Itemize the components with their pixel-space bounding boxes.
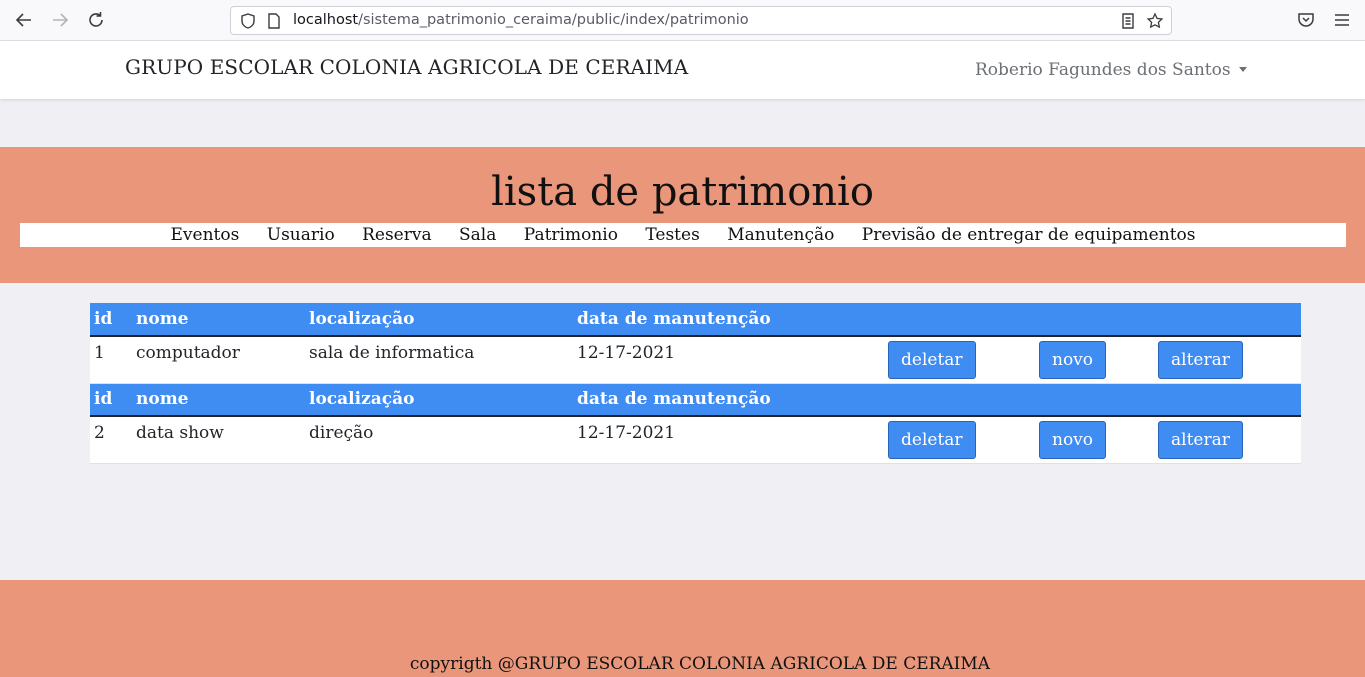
- cell-action: alterar: [1154, 416, 1301, 464]
- menu-item-usuario[interactable]: Usuario: [267, 225, 335, 245]
- menu-item-testes[interactable]: Testes: [645, 225, 699, 245]
- cell-action: novo: [1035, 416, 1154, 464]
- column-header-blank: [884, 383, 1035, 417]
- column-header-nome: nome: [132, 383, 305, 417]
- cell-id: 1: [90, 336, 132, 384]
- caret-down-icon: [1238, 67, 1247, 72]
- menu-item-previsao[interactable]: Previsão de entregar de equipamentos: [862, 225, 1196, 245]
- cell-action: deletar: [884, 416, 1035, 464]
- patrimonio-table: id nome localização data de manutenção 1…: [90, 303, 1301, 464]
- cell-nome: computador: [132, 336, 305, 384]
- site-footer: copyrigth @GRUPO ESCOLAR COLONIA AGRICOL…: [0, 580, 1365, 677]
- menu-item-patrimonio[interactable]: Patrimonio: [524, 225, 618, 245]
- main-menu: Eventos Usuario Reserva Sala Patrimonio …: [20, 223, 1346, 247]
- column-header-id: id: [90, 383, 132, 417]
- cell-nome: data show: [132, 416, 305, 464]
- delete-button[interactable]: deletar: [888, 421, 976, 459]
- table-row: 2 data show direção 12-17-2021 deletar n…: [90, 416, 1301, 464]
- pocket-icon[interactable]: [1296, 10, 1316, 30]
- url-text[interactable]: localhost/sistema_patrimonio_ceraima/pub…: [293, 12, 749, 28]
- url-path: /sistema_patrimonio_ceraima/public/index…: [358, 12, 749, 28]
- column-header-blank: [884, 303, 1035, 337]
- bookmark-star-icon[interactable]: [1146, 12, 1164, 30]
- delete-button[interactable]: deletar: [888, 341, 976, 379]
- cell-action: novo: [1035, 336, 1154, 384]
- site-brand[interactable]: GRUPO ESCOLAR COLONIA AGRICOLA DE CERAIM…: [125, 55, 688, 79]
- column-header-blank: [1035, 303, 1154, 337]
- column-header-localizacao: localização: [305, 383, 573, 417]
- menu-item-reserva[interactable]: Reserva: [362, 225, 432, 245]
- table-header-row: id nome localização data de manutenção: [90, 383, 1301, 417]
- column-header-localizacao: localização: [305, 303, 573, 337]
- browser-toolbar: localhost/sistema_patrimonio_ceraima/pub…: [0, 0, 1365, 41]
- cell-data: 12-17-2021: [573, 416, 884, 464]
- column-header-nome: nome: [132, 303, 305, 337]
- column-header-blank: [1154, 383, 1301, 417]
- url-host: localhost: [293, 12, 359, 28]
- forward-arrow-icon[interactable]: [48, 8, 72, 32]
- cell-data: 12-17-2021: [573, 336, 884, 384]
- back-arrow-icon[interactable]: [12, 8, 36, 32]
- column-header-id: id: [90, 303, 132, 337]
- cell-id: 2: [90, 416, 132, 464]
- page-icon[interactable]: [265, 12, 283, 30]
- user-dropdown[interactable]: Roberio Fagundes dos Santos: [975, 60, 1247, 80]
- edit-button[interactable]: alterar: [1158, 341, 1243, 379]
- column-header-data: data de manutenção: [573, 383, 884, 417]
- hamburger-menu-icon[interactable]: [1332, 10, 1352, 30]
- shield-icon[interactable]: [239, 12, 257, 30]
- table-header-row: id nome localização data de manutenção: [90, 303, 1301, 337]
- cell-localizacao: direção: [305, 416, 573, 464]
- banner: lista de patrimonio Eventos Usuario Rese…: [0, 147, 1365, 283]
- cell-localizacao: sala de informatica: [305, 336, 573, 384]
- menu-item-eventos[interactable]: Eventos: [171, 225, 240, 245]
- copyright-text: copyrigth @GRUPO ESCOLAR COLONIA AGRICOL…: [409, 654, 991, 674]
- cell-action: deletar: [884, 336, 1035, 384]
- reload-icon[interactable]: [84, 8, 108, 32]
- user-name: Roberio Fagundes dos Santos: [975, 60, 1231, 80]
- column-header-data: data de manutenção: [573, 303, 884, 337]
- cell-action: alterar: [1154, 336, 1301, 384]
- column-header-blank: [1154, 303, 1301, 337]
- new-button[interactable]: novo: [1039, 421, 1107, 459]
- column-header-blank: [1035, 383, 1154, 417]
- menu-item-sala[interactable]: Sala: [459, 225, 496, 245]
- page-title: lista de patrimonio: [491, 169, 874, 215]
- reader-view-icon[interactable]: [1119, 12, 1137, 30]
- table-row: 1 computador sala de informatica 12-17-2…: [90, 336, 1301, 384]
- site-header: GRUPO ESCOLAR COLONIA AGRICOLA DE CERAIM…: [0, 41, 1365, 99]
- edit-button[interactable]: alterar: [1158, 421, 1243, 459]
- new-button[interactable]: novo: [1039, 341, 1107, 379]
- url-bar[interactable]: localhost/sistema_patrimonio_ceraima/pub…: [230, 6, 1172, 35]
- menu-item-manutencao[interactable]: Manutenção: [727, 225, 834, 245]
